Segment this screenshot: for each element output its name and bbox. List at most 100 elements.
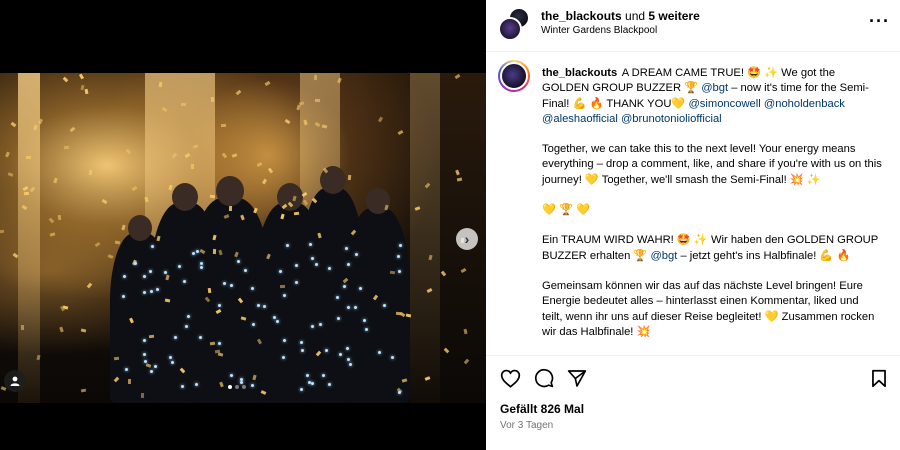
confetti-piece	[144, 196, 149, 202]
mention-link[interactable]: @brunotonioliofficial	[621, 113, 722, 125]
comment-button[interactable]	[533, 367, 555, 389]
costume-led	[251, 384, 255, 388]
confetti-piece	[145, 363, 151, 369]
tagged-users-button[interactable]	[4, 370, 26, 392]
post-photo[interactable]	[0, 73, 486, 403]
costume-led	[171, 361, 175, 365]
confetti-piece	[301, 191, 308, 197]
costume-led	[363, 318, 367, 322]
mention-link[interactable]: @aleshaofficial	[542, 113, 618, 125]
confetti-piece	[296, 104, 302, 111]
carousel-next-button[interactable]: ›	[456, 228, 478, 250]
caption-avatar[interactable]	[498, 60, 530, 92]
confetti-piece	[113, 356, 119, 361]
caption-paragraph: the_blackouts A DREAM CAME TRUE! 🤩 ✨ We …	[542, 66, 882, 127]
confetti-piece	[235, 89, 242, 95]
caption-paragraph: 💛 🏆 💛	[542, 204, 591, 217]
mention-link[interactable]: @noholdenback	[764, 98, 845, 110]
confetti-piece	[69, 126, 76, 132]
header-others-link[interactable]: 5 weitere	[648, 9, 699, 23]
confetti-piece	[207, 287, 211, 293]
confetti-piece	[314, 98, 320, 102]
confetti-piece	[280, 213, 285, 220]
costume-led	[251, 286, 255, 290]
confetti-piece	[284, 118, 291, 124]
costume-led	[311, 382, 315, 386]
confetti-piece	[192, 144, 199, 150]
confetti-piece	[322, 167, 328, 174]
confetti-piece	[405, 313, 412, 318]
costume-led	[345, 346, 349, 350]
costume-led	[168, 356, 172, 360]
header-username-link[interactable]: the_blackouts	[541, 9, 622, 23]
more-options-button[interactable]: ···	[869, 12, 890, 30]
costume-led	[217, 341, 221, 345]
costume-led	[294, 264, 298, 268]
confetti-piece	[402, 378, 408, 383]
costume-led	[244, 268, 248, 272]
costume-led	[346, 263, 350, 267]
costume-led	[142, 290, 146, 294]
confetti-piece	[221, 153, 228, 159]
confetti-piece	[5, 151, 11, 157]
confetti-piece	[199, 249, 206, 255]
confetti-piece	[20, 324, 24, 331]
confetti-piece	[209, 194, 216, 198]
costume-led	[163, 270, 167, 274]
costume-led	[390, 356, 394, 360]
costume-led	[218, 303, 222, 307]
confetti-piece	[180, 367, 186, 374]
post-header: the_blackouts und 5 weitere Winter Garde…	[486, 0, 900, 52]
costume-led	[299, 341, 303, 345]
chevron-right-icon: ›	[464, 231, 470, 247]
confetti-piece	[347, 175, 352, 181]
costume-led	[180, 384, 184, 388]
confetti-piece	[217, 352, 224, 357]
costume-led	[344, 246, 348, 250]
costume-led	[397, 255, 400, 259]
costume-led	[305, 374, 309, 378]
confetti-piece	[384, 204, 389, 211]
like-button[interactable]	[499, 367, 521, 389]
confetti-piece	[221, 123, 227, 128]
confetti-piece	[378, 116, 384, 123]
costume-led	[262, 305, 266, 309]
costume-led	[398, 243, 402, 247]
confetti-piece	[260, 389, 267, 395]
caption-area: the_blackouts A DREAM CAME TRUE! 🤩 ✨ We …	[486, 52, 900, 355]
confetti-piece	[23, 191, 29, 196]
like-count[interactable]: Gefällt 826 Mal	[500, 402, 584, 416]
costume-led	[199, 335, 203, 339]
user-icon	[10, 376, 20, 386]
costume-led	[358, 286, 362, 290]
share-button[interactable]	[566, 367, 588, 389]
costume-led	[398, 390, 402, 394]
confetti-piece	[457, 177, 463, 182]
costume-led	[124, 367, 128, 371]
post-timestamp[interactable]: Vor 3 Tagen	[500, 420, 553, 431]
costume-led	[134, 261, 138, 265]
confetti-piece	[281, 204, 288, 210]
more-dots-icon: ···	[869, 11, 890, 31]
costume-led	[338, 353, 342, 357]
save-button[interactable]	[868, 367, 890, 389]
confetti-piece	[184, 152, 191, 159]
collab-avatars[interactable]	[498, 7, 532, 41]
location-link[interactable]: Winter Gardens Blackpool	[541, 25, 657, 36]
carousel-dot	[228, 385, 232, 389]
costume-led	[151, 245, 155, 249]
confetti-piece	[156, 236, 161, 242]
mention-link[interactable]: @simoncowell	[688, 98, 760, 110]
costume-led	[142, 338, 146, 342]
mention-link[interactable]: @bgt	[650, 250, 677, 262]
mention-link[interactable]: @bgt	[701, 82, 728, 94]
costume-led	[122, 294, 126, 298]
confetti-piece	[181, 102, 187, 107]
header-and-text: und	[621, 9, 649, 23]
confetti-piece	[53, 177, 58, 184]
confetti-piece	[463, 358, 469, 365]
costume-led	[286, 243, 290, 247]
costume-led	[149, 369, 153, 373]
caption-username-link[interactable]: the_blackouts	[542, 67, 617, 79]
confetti-piece	[440, 270, 446, 277]
